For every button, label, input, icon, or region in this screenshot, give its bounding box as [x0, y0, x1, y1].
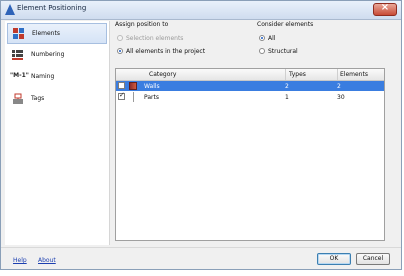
row-types: 2 — [285, 83, 289, 90]
sidebar-item-tags[interactable]: Tags — [7, 89, 107, 110]
app-icon — [5, 4, 15, 15]
column-header-elements[interactable]: Elements — [340, 71, 368, 78]
sidebar-item-label: Tags — [31, 95, 45, 102]
close-button[interactable]: × — [373, 2, 397, 16]
row-category: Walls — [144, 83, 160, 90]
wall-icon — [129, 82, 137, 90]
column-divider[interactable] — [337, 69, 338, 80]
sidebar-item-label: Elements — [32, 30, 60, 37]
radio-label: Structural — [268, 48, 298, 55]
row-category: Parts — [144, 94, 159, 101]
sidebar-item-numbering[interactable]: Numbering — [7, 45, 107, 66]
radio-dot — [259, 48, 265, 54]
main-panel: Assign position to Selection elements Al… — [111, 21, 401, 245]
row-checkbox[interactable] — [118, 91, 125, 100]
sidebar-item-elements[interactable]: Elements — [7, 23, 107, 44]
table-row-walls[interactable]: Walls 2 2 — [116, 81, 384, 91]
row-types: 1 — [285, 94, 289, 101]
column-header-types[interactable]: Types — [289, 71, 306, 78]
window-title: Element Positioning — [17, 4, 87, 12]
ok-button[interactable]: OK — [317, 253, 351, 265]
category-table: Category Types Elements Walls 2 2 Parts … — [115, 68, 385, 241]
sidebar-item-label: Naming — [31, 73, 55, 80]
row-elements: 2 — [337, 83, 341, 90]
radio-label: All — [268, 35, 276, 42]
table-row-parts[interactable]: Parts 1 30 — [116, 91, 384, 102]
elements-icon — [13, 28, 24, 39]
radio-dot — [117, 35, 123, 41]
about-link[interactable]: About — [38, 257, 56, 264]
column-divider[interactable] — [285, 69, 286, 80]
radio-label: Selection elements — [126, 35, 184, 42]
table-header: Category Types Elements — [116, 69, 384, 81]
sidebar-item-label: Numbering — [31, 51, 65, 58]
row-checkbox[interactable] — [118, 82, 125, 89]
radio-label: All elements in the project — [126, 48, 206, 55]
help-link[interactable]: Help — [13, 257, 27, 264]
footer: Help About OK Cancel — [1, 247, 401, 270]
radio-dot — [259, 35, 265, 41]
tags-icon — [13, 93, 23, 104]
row-elements: 30 — [337, 94, 345, 101]
sidebar-item-naming[interactable]: "M-1" Naming — [7, 67, 107, 88]
column-header-category[interactable]: Category — [149, 71, 176, 78]
tree-line — [133, 92, 134, 102]
consider-group-label: Consider elements — [257, 21, 314, 28]
naming-icon: "M-1" — [10, 72, 29, 79]
radio-dot — [117, 48, 123, 54]
title-bar[interactable]: Element Positioning × — [1, 1, 401, 20]
assign-group-label: Assign position to — [115, 21, 169, 28]
cancel-button[interactable]: Cancel — [356, 253, 390, 265]
element-positioning-dialog: Element Positioning × Elements Numbering… — [0, 0, 402, 270]
sidebar: Elements Numbering "M-1" Naming Tags — [5, 21, 110, 245]
numbering-icon — [12, 50, 23, 60]
close-icon: × — [380, 2, 390, 13]
